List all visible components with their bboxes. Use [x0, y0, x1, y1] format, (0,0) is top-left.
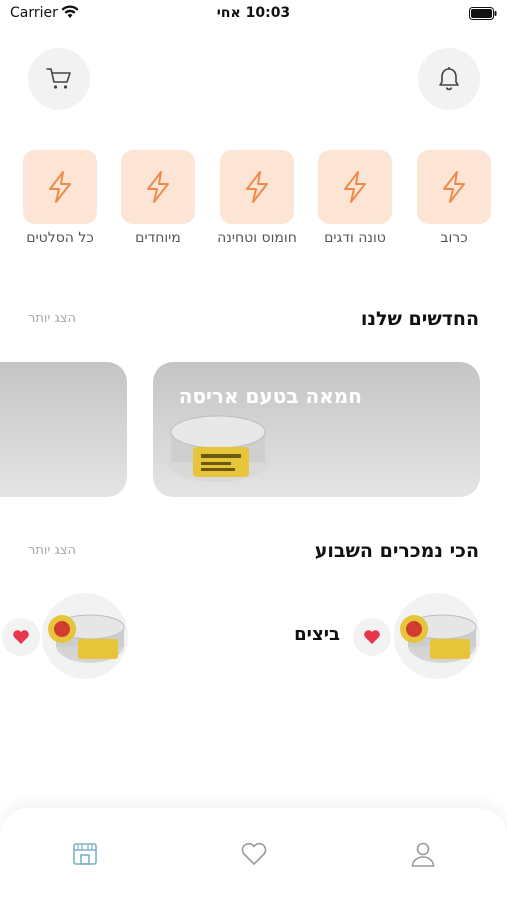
tab-bar: [0, 808, 507, 900]
category-item[interactable]: כל הסלטים: [23, 150, 99, 246]
battery-icon: [469, 7, 497, 20]
tab-store[interactable]: [69, 838, 101, 870]
heart-outline-icon: [241, 842, 267, 865]
new-items-show-more[interactable]: הצג יותר: [28, 311, 76, 326]
bolt-icon: [443, 171, 465, 203]
new-items-title: החדשים שלנו: [360, 308, 479, 330]
cart-button[interactable]: [28, 48, 90, 110]
category-tile[interactable]: [417, 150, 491, 224]
tab-profile[interactable]: [407, 838, 439, 870]
product-tub-image: [48, 614, 125, 663]
favorite-button[interactable]: [353, 618, 391, 656]
new-item-card[interactable]: חמאה בטעם אריסה: [153, 362, 480, 497]
category-tile[interactable]: [23, 150, 97, 224]
cart-icon: [46, 68, 71, 89]
category-tile[interactable]: [220, 150, 294, 224]
bell-icon: [439, 67, 459, 91]
best-sellers-show-more[interactable]: הצג יותר: [28, 543, 76, 558]
product-tub-image: [166, 415, 270, 482]
category-tile[interactable]: [318, 150, 392, 224]
bolt-icon: [147, 171, 169, 203]
store-icon: [73, 843, 97, 865]
category-label: כל הסלטים: [26, 230, 94, 246]
user-icon: [411, 842, 435, 867]
notifications-button[interactable]: [418, 48, 480, 110]
category-item[interactable]: טונה ודגים: [318, 150, 394, 246]
bolt-icon: [49, 171, 71, 203]
best-seller-name-1: ביצים: [294, 624, 340, 645]
heart-icon: [364, 630, 380, 644]
bolt-icon: [246, 171, 268, 203]
category-tile[interactable]: [121, 150, 195, 224]
status-bar: Carrier 10:03 אחי: [0, 0, 507, 28]
heart-icon: [13, 630, 29, 644]
new-item-title: חמאה בטעם אריסה: [178, 384, 362, 408]
category-item[interactable]: מיוחדים: [121, 150, 197, 246]
tab-favorites[interactable]: [238, 838, 270, 870]
best-seller-image-2[interactable]: [42, 593, 128, 679]
product-tub-image: [400, 614, 477, 663]
favorite-button[interactable]: [2, 618, 40, 656]
new-item-card-partial[interactable]: [0, 362, 127, 497]
category-item[interactable]: כרוב: [417, 150, 493, 246]
status-time: 10:03 אחי: [216, 5, 291, 21]
category-item[interactable]: חומוס וטחינה: [217, 150, 297, 246]
bolt-icon: [344, 171, 366, 203]
best-sellers-title: הכי נמכרים השבוע: [314, 540, 479, 562]
best-seller-image-1[interactable]: [394, 593, 480, 679]
